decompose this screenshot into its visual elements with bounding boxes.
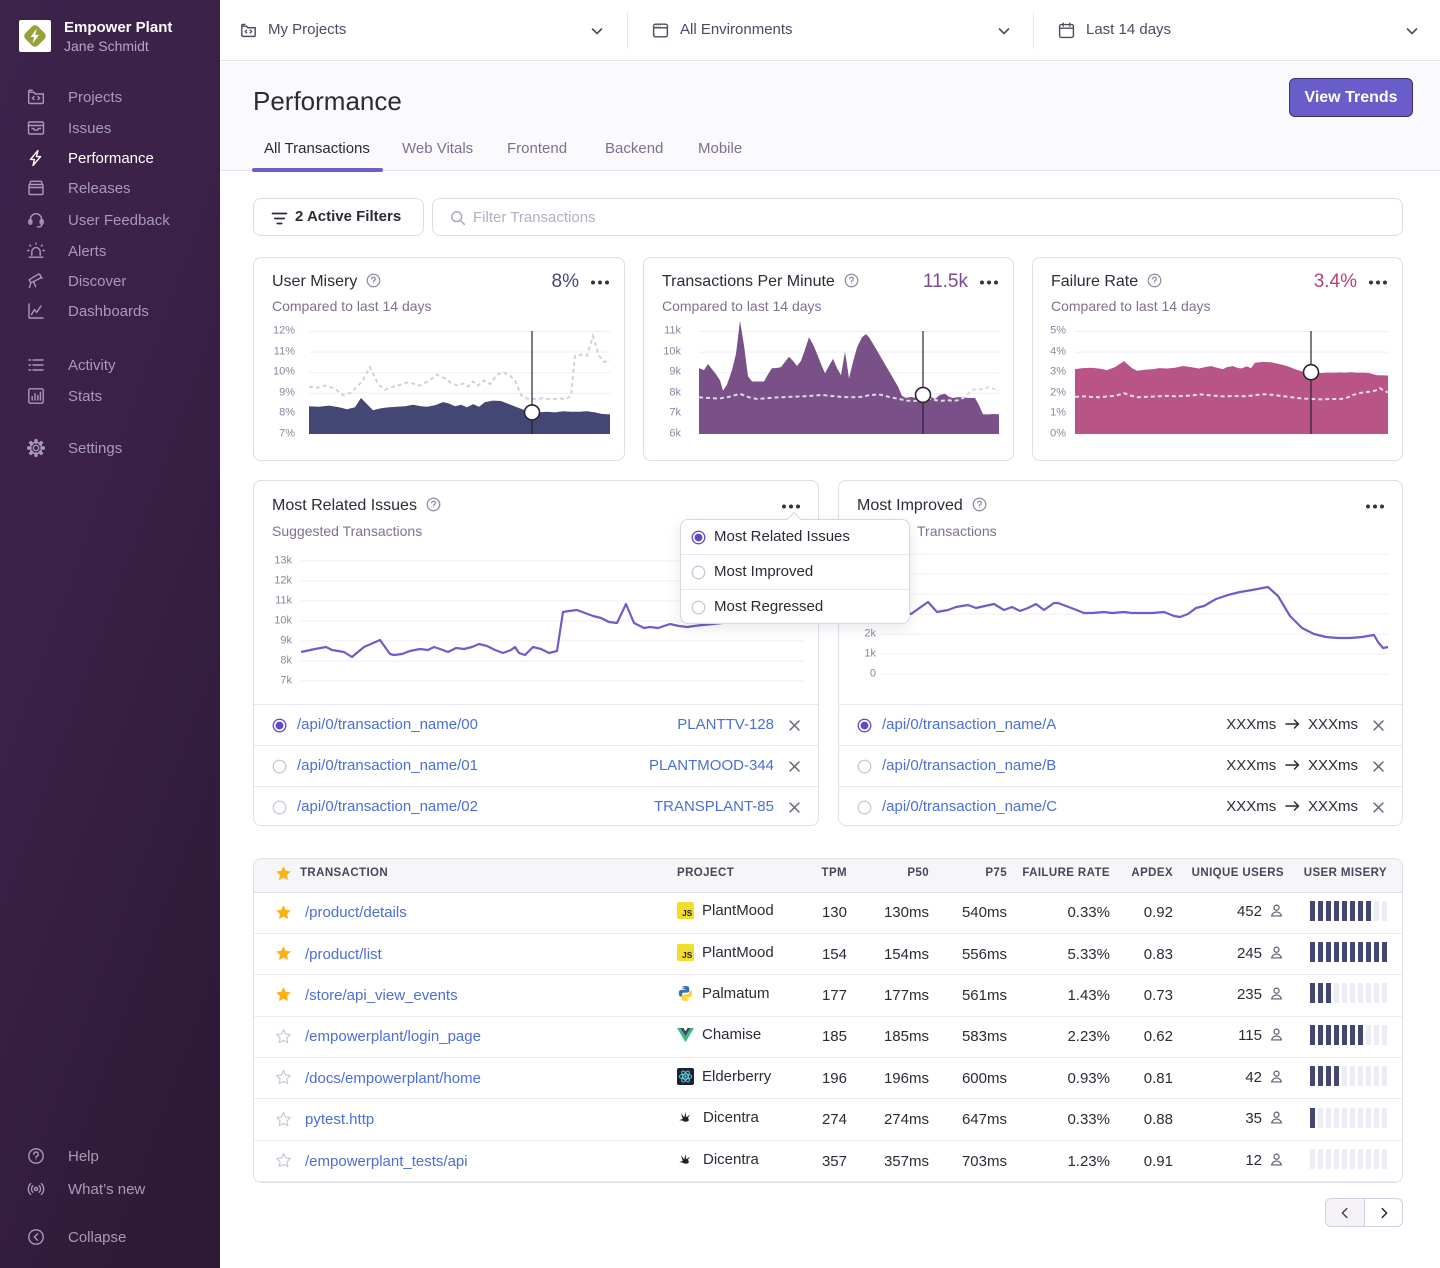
svg-text:JS: JS: [682, 909, 693, 918]
svg-text:JS: JS: [682, 951, 693, 960]
